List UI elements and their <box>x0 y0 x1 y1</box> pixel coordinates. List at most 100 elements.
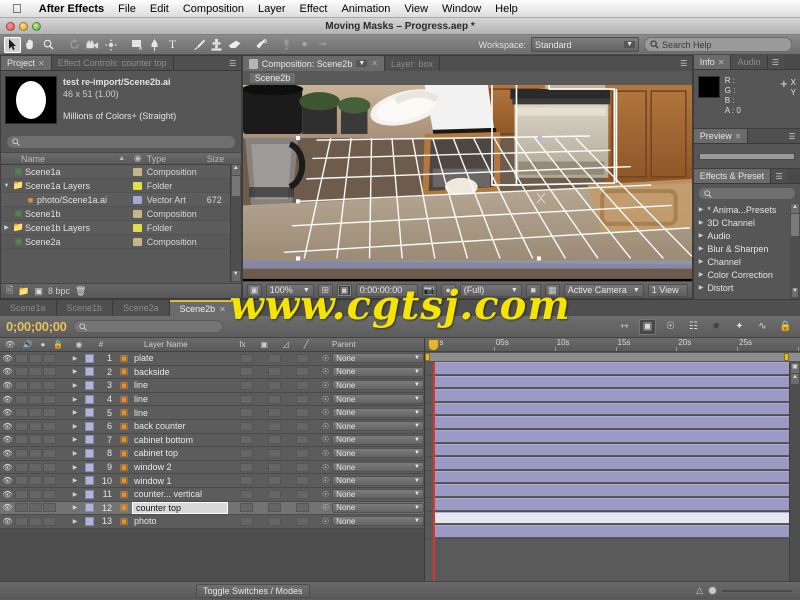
twirl-icon[interactable]: ▶ <box>68 518 82 525</box>
av-feature-toggles[interactable]: 👁 <box>0 489 68 499</box>
lock-toggle[interactable] <box>43 408 56 418</box>
timeline-layer-row[interactable]: 👁 ▶ 2 ▣ backside ☉ None ▼ <box>0 365 424 380</box>
parent-select[interactable]: None ▼ <box>332 516 424 527</box>
parent-pickwhip-icon[interactable]: ☉ <box>322 354 329 363</box>
apple-icon[interactable]:  <box>0 2 32 15</box>
parent-select[interactable]: None ▼ <box>332 380 424 391</box>
breadcrumb[interactable]: Scene2b <box>248 72 297 84</box>
chevron-right-icon[interactable]: ▶ <box>699 258 704 265</box>
twirl-icon[interactable]: ▶ <box>68 464 82 471</box>
label-color-swatch[interactable] <box>82 394 96 404</box>
resolution-select[interactable]: (Full) ▼ <box>459 283 522 297</box>
label-color-swatch[interactable] <box>129 181 147 190</box>
parent-select[interactable]: None ▼ <box>332 475 424 486</box>
layer-duration-bar[interactable] <box>433 470 789 483</box>
audio-toggle[interactable] <box>15 448 28 458</box>
layer-switches[interactable] <box>232 380 316 390</box>
av-feature-toggles[interactable]: 👁 <box>0 462 68 472</box>
close-icon[interactable]: ✕ <box>718 58 725 67</box>
parent-pickwhip-icon[interactable]: ☉ <box>322 463 329 472</box>
parent-pickwhip-icon[interactable]: ☉ <box>322 435 329 444</box>
layer-name[interactable]: line <box>132 408 232 418</box>
parent-control[interactable]: ☉ None ▼ <box>316 353 424 364</box>
solo-toggle[interactable] <box>29 503 42 513</box>
timeline-layer-bar-row[interactable] <box>425 484 800 498</box>
channel-icon[interactable]: ● <box>440 283 456 297</box>
chevron-right-icon[interactable]: ▶ <box>699 206 704 213</box>
timeline-layer-bar-row[interactable] <box>425 470 800 485</box>
audio-toggle[interactable] <box>15 394 28 404</box>
effects-category-row[interactable]: ▶ Blur & Sharpen <box>694 242 800 255</box>
zoom-slider-track[interactable] <box>722 589 792 592</box>
timeline-search-input[interactable] <box>72 320 223 333</box>
label-color-swatch[interactable] <box>82 489 96 499</box>
twirl-icon[interactable]: ▶ <box>68 423 82 430</box>
eye-icon[interactable]: 👁 <box>0 476 15 485</box>
twirl-icon[interactable]: ▶ <box>68 450 82 457</box>
parent-control[interactable]: ☉ None ▼ <box>316 366 424 377</box>
work-area-start-handle[interactable] <box>425 353 430 361</box>
audio-toggle[interactable] <box>15 476 28 486</box>
layer-switches[interactable] <box>232 408 316 418</box>
solo-toggle[interactable] <box>29 380 42 390</box>
composition-viewer[interactable] <box>242 85 692 281</box>
close-icon[interactable]: ✕ <box>219 305 226 314</box>
timeline-layer-bar-row[interactable] <box>425 362 800 376</box>
effects-search-input[interactable] <box>697 187 796 200</box>
panel-menu-icon[interactable]: ☰ <box>767 55 784 69</box>
timeline-layer-bar-row[interactable] <box>425 511 800 526</box>
puppet-pin-tool[interactable] <box>278 37 295 53</box>
chevron-right-icon[interactable]: ▶ <box>699 245 704 252</box>
solo-toggle[interactable] <box>29 489 42 499</box>
layer-name[interactable]: counter top <box>132 501 228 514</box>
project-list-item[interactable]: ▣ Scene1b Composition <box>1 207 241 221</box>
av-feature-toggles[interactable]: 👁 <box>0 394 68 404</box>
eye-icon[interactable]: 👁 <box>0 381 15 390</box>
zoom-level-select[interactable]: 100% ▼ <box>265 283 314 297</box>
parent-control[interactable]: ☉ None ▼ <box>316 475 424 486</box>
timeline-layer-row[interactable]: 👁 ▶ 1 ▣ plate ☉ None ▼ <box>0 352 424 366</box>
scroll-thumb[interactable] <box>791 214 799 236</box>
effects-category-row[interactable]: ▶ * Anima...Presets <box>694 203 800 216</box>
menu-item-help[interactable]: Help <box>488 3 525 15</box>
timeline-tab-scene2a[interactable]: Scene2a <box>113 300 170 316</box>
twirl-icon[interactable]: ▶ <box>68 491 82 498</box>
label-color-swatch[interactable] <box>129 195 147 204</box>
parent-select[interactable]: None ▼ <box>332 353 424 364</box>
zoom-tool[interactable] <box>40 37 57 53</box>
parent-select[interactable]: None ▼ <box>332 421 424 432</box>
label-color-swatch[interactable] <box>82 353 96 363</box>
tab-preview[interactable]: Preview ✕ <box>693 129 749 143</box>
motion-blur-icon[interactable]: ◾ <box>708 319 725 335</box>
tab-project[interactable]: Project ✕ <box>1 56 52 70</box>
solo-toggle[interactable] <box>29 394 42 404</box>
current-time-display[interactable]: 0;00;00;00 <box>6 319 67 334</box>
view-count-select[interactable]: 1 View <box>647 283 688 297</box>
close-icon[interactable]: ✕ <box>735 132 742 141</box>
toggle-switches-modes-button[interactable]: Toggle Switches / Modes <box>196 583 310 598</box>
timeline-layer-row[interactable]: 👁 ▶ 4 ▣ line ☉ None ▼ <box>0 392 424 407</box>
av-feature-toggles[interactable]: 👁 <box>0 408 68 418</box>
scroll-down-button[interactable]: ▼ <box>231 271 240 281</box>
layer-switches[interactable] <box>232 367 316 377</box>
label-color-swatch[interactable] <box>129 167 147 176</box>
layer-name[interactable]: window 1 <box>132 476 232 486</box>
effects-scrollbar[interactable]: ▲ ▼ <box>790 203 800 299</box>
bit-depth-label[interactable]: 8 bpc <box>48 286 70 296</box>
label-color-swatch[interactable] <box>129 237 147 246</box>
timeline-tab-scene1b[interactable]: Scene1b <box>56 300 114 316</box>
effects-category-row[interactable]: ▶ Channel <box>694 255 800 268</box>
parent-control[interactable]: ☉ None ▼ <box>316 462 424 473</box>
delete-icon[interactable]: 🗑 <box>75 286 86 297</box>
graph-editor-icon[interactable]: ∿ <box>754 319 771 335</box>
layer-duration-bar[interactable] <box>433 389 789 401</box>
layer-name[interactable]: line <box>132 394 232 404</box>
label-color-swatch[interactable] <box>82 421 96 431</box>
timeline-layer-bar-row[interactable] <box>425 457 800 471</box>
parent-select[interactable]: None ▼ <box>332 462 424 473</box>
layer-duration-bar[interactable] <box>433 497 789 510</box>
label-color-swatch[interactable] <box>129 209 147 218</box>
timeline-tab-scene1a[interactable]: Scene1a <box>0 300 57 316</box>
eye-icon[interactable]: 👁 <box>0 395 15 404</box>
zoom-out-icon[interactable]: △ <box>696 585 703 596</box>
